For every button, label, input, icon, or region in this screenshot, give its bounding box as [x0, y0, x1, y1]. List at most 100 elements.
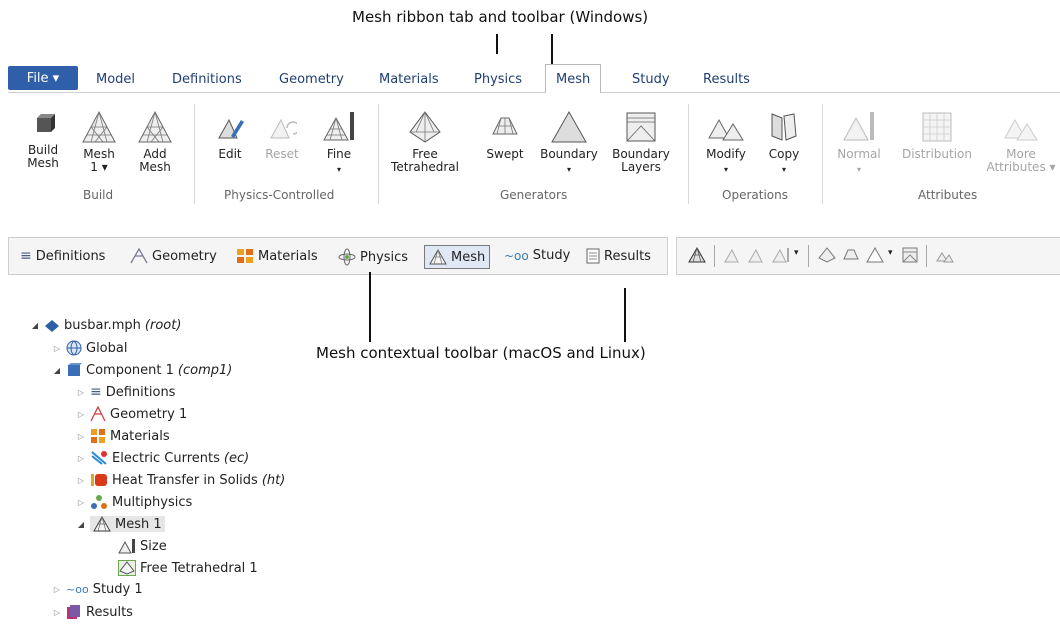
collapsed-arrow-icon[interactable]: ▷ — [76, 388, 86, 397]
reset-button[interactable]: Reset — [262, 110, 302, 161]
chevron-down-icon[interactable]: ▾ — [794, 248, 799, 258]
file-menu-tab[interactable]: File ▾ — [8, 66, 78, 90]
tree-node-global[interactable]: ▷ Global — [52, 340, 127, 356]
swept-button[interactable]: Swept — [480, 110, 530, 161]
chevron-down-icon[interactable]: ▾ — [888, 248, 893, 258]
toolbar-results-label: Results — [604, 248, 651, 264]
root-name: busbar.mph — [64, 318, 141, 333]
swept-icon[interactable] — [842, 247, 860, 263]
group-label-generators: Generators — [500, 188, 568, 202]
copy-label: Copy — [768, 147, 800, 161]
tab-geometry[interactable]: Geometry — [279, 72, 344, 87]
add-mesh-icon — [138, 110, 172, 143]
toolbar-separator — [926, 245, 927, 267]
group-label-operations: Operations — [722, 188, 788, 202]
boundary-icon[interactable] — [866, 247, 884, 263]
size-label: Size — [140, 538, 167, 554]
group-separator — [378, 104, 379, 204]
tab-study[interactable]: Study — [632, 72, 670, 87]
boundary-layers-button[interactable]: Boundary Layers — [608, 110, 674, 174]
tree-node-root[interactable]: ◢ busbar.mph (root) — [30, 318, 182, 333]
toolbar-item-results[interactable]: Results — [586, 248, 651, 264]
normal-button[interactable]: Normal ▾ — [834, 110, 884, 176]
free-tetrahedral-button[interactable]: Free Tetrahedral — [384, 110, 466, 174]
tab-definitions[interactable]: Definitions — [172, 72, 242, 87]
swept-mesh-icon — [492, 117, 518, 135]
toolbar-separator — [808, 245, 809, 267]
tab-model[interactable]: Model — [96, 72, 135, 87]
collapsed-arrow-icon[interactable]: ▷ — [76, 454, 86, 463]
modify-label: Modify — [706, 147, 746, 161]
expanded-arrow-icon[interactable]: ◢ — [76, 520, 86, 529]
build-all-icon[interactable] — [688, 247, 706, 263]
more-attributes-label-2: Attributes ▾ — [986, 160, 1056, 174]
collapsed-arrow-icon[interactable]: ▷ — [76, 498, 86, 507]
tree-node-heat-transfer[interactable]: ▷ Heat Transfer in Solids (ht) — [76, 472, 285, 488]
mesh-triangle-icon — [82, 110, 116, 143]
tree-node-study[interactable]: ▷ ~oo Study 1 — [52, 582, 143, 597]
toolbar-item-study[interactable]: ~oo Study — [504, 248, 570, 263]
tab-materials[interactable]: Materials — [379, 72, 439, 87]
definitions-icon: ≡ — [90, 384, 102, 400]
tree-node-electric-currents[interactable]: ▷ Electric Currents (ec) — [76, 450, 249, 466]
heat-tag: (ht) — [261, 472, 286, 488]
mesh-label: Mesh 1 — [115, 516, 162, 532]
tab-physics[interactable]: Physics — [474, 72, 522, 87]
collapsed-arrow-icon[interactable]: ▷ — [52, 608, 62, 617]
tree-node-mesh[interactable]: ◢ Mesh 1 — [76, 516, 165, 532]
collapsed-arrow-icon[interactable]: ▷ — [76, 476, 86, 485]
copy-button[interactable]: Copy ▾ — [762, 110, 806, 176]
toolbar-mesh-label: Mesh — [451, 249, 486, 265]
tree-node-component[interactable]: ◢ Component 1 (comp1) — [52, 362, 232, 378]
fine-button[interactable]: Fine ▾ — [318, 110, 360, 176]
toolbar-item-materials[interactable]: Materials — [236, 248, 318, 264]
toolbar-item-geometry[interactable]: Geometry — [130, 248, 217, 264]
tree-node-materials[interactable]: ▷ Materials — [76, 428, 170, 444]
boundary-layers-icon[interactable] — [902, 247, 918, 263]
group-label-attributes: Attributes — [918, 188, 978, 202]
reset-physics-icon[interactable] — [748, 247, 766, 263]
collapsed-arrow-icon[interactable]: ▷ — [76, 410, 86, 419]
toolbar-materials-label: Materials — [258, 248, 318, 264]
toolbar-item-physics[interactable]: Physics — [338, 248, 408, 266]
mesh1-label-1: Mesh — [83, 147, 115, 161]
collapsed-arrow-icon[interactable]: ▷ — [52, 344, 62, 353]
more-attributes-button[interactable]: More Attributes ▾ — [986, 110, 1056, 174]
tree-node-definitions[interactable]: ▷ ≡ Definitions — [76, 384, 176, 400]
geometry-label: Geometry 1 — [110, 406, 188, 422]
modify-icon[interactable] — [936, 247, 954, 263]
collapsed-arrow-icon[interactable]: ▷ — [76, 432, 86, 441]
expanded-arrow-icon[interactable]: ◢ — [30, 321, 40, 330]
boundary-button[interactable]: Boundary ▾ — [536, 110, 602, 176]
distribution-button[interactable]: Distribution — [894, 110, 980, 161]
add-mesh-button[interactable]: Add Mesh — [132, 110, 178, 174]
tree-node-results[interactable]: ▷ Results — [52, 604, 133, 620]
expanded-arrow-icon[interactable]: ◢ — [52, 366, 62, 375]
size-dropdown-icon[interactable] — [772, 247, 790, 263]
root-tag: (root) — [144, 318, 182, 333]
group-separator — [822, 104, 823, 204]
tab-results[interactable]: Results — [703, 72, 750, 87]
tree-node-free-tetrahedral[interactable]: Free Tetrahedral 1 — [118, 560, 258, 576]
tree-node-size[interactable]: Size — [118, 538, 167, 554]
mesh1-button[interactable]: Mesh 1 ▾ — [76, 110, 122, 174]
toolbar-item-mesh[interactable]: Mesh — [424, 245, 491, 269]
collapsed-arrow-icon[interactable]: ▷ — [52, 585, 62, 594]
study-label: Study 1 — [92, 582, 143, 597]
group-label-physics-controlled: Physics-Controlled — [224, 188, 335, 202]
edit-button[interactable]: Edit — [210, 110, 250, 161]
tab-mesh[interactable]: Mesh — [545, 64, 602, 94]
edit-physics-icon[interactable] — [724, 247, 742, 263]
build-mesh-button[interactable]: Build Mesh — [20, 110, 66, 170]
toolbar-item-definitions[interactable]: ≡ Definitions — [20, 248, 105, 264]
more-attributes-label-1: More — [1006, 147, 1036, 161]
distribution-icon — [922, 112, 952, 142]
results-icon — [67, 605, 80, 619]
electric-currents-icon — [91, 451, 107, 465]
free-tetrahedral-icon[interactable] — [818, 247, 836, 263]
middle-caption: Mesh contextual toolbar (macOS and Linux… — [316, 344, 646, 362]
tree-node-geometry[interactable]: ▷ Geometry 1 — [76, 406, 187, 422]
heat-label: Heat Transfer in Solids — [112, 472, 258, 488]
modify-button[interactable]: Modify ▾ — [700, 110, 752, 176]
tree-node-multiphysics[interactable]: ▷ Multiphysics — [76, 494, 192, 510]
